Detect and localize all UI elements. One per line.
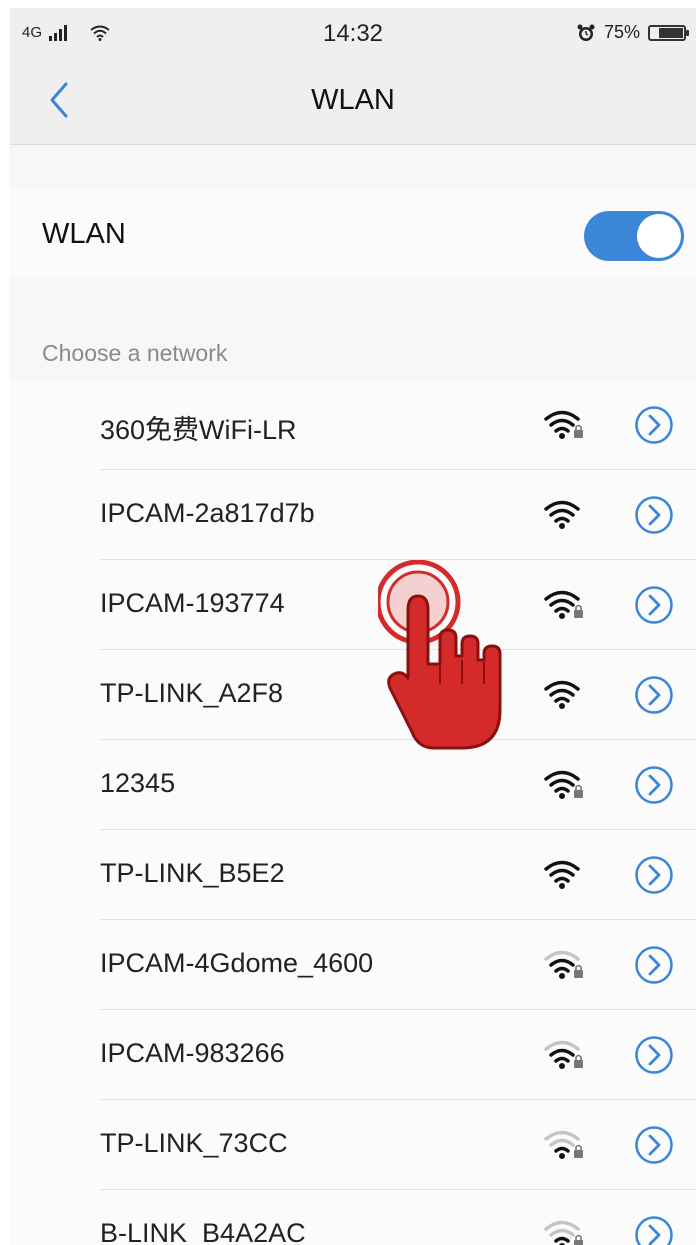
network-row[interactable]: IPCAM-983266 <box>10 1010 696 1100</box>
alarm-icon <box>577 24 595 41</box>
wifi-icon <box>544 860 580 889</box>
wifi-secured-icon <box>544 1130 583 1159</box>
network-details-chevron-icon[interactable] <box>634 1215 674 1245</box>
network-details-chevron-icon[interactable] <box>634 765 674 805</box>
network-name: TP-LINK_A2F8 <box>100 678 284 708</box>
network-name: B-LINK_B4A2AC <box>100 1218 306 1245</box>
network-details-chevron-icon[interactable] <box>634 495 674 535</box>
network-details-chevron-icon[interactable] <box>634 405 674 445</box>
network-list: 360免费WiFi-LR IPCAM-2a817d7b IPCAM-193774 TP… <box>10 380 696 1245</box>
network-name: TP-LINK_73CC <box>100 1128 288 1158</box>
network-row[interactable]: IPCAM-193774 <box>10 560 696 650</box>
tap-hand-icon <box>375 559 508 760</box>
section-header: Choose a network <box>42 340 228 366</box>
network-details-chevron-icon[interactable] <box>634 585 674 625</box>
wlan-toggle-switch[interactable] <box>584 211 684 261</box>
network-row[interactable]: TP-LINK_B5E2 <box>10 830 696 920</box>
wifi-icon <box>544 500 580 529</box>
wifi-secured-icon <box>544 770 583 799</box>
network-details-chevron-icon[interactable] <box>634 675 674 715</box>
toggle-knob <box>637 214 681 258</box>
phone-screen: 4G 14:32 75% WLAN WLAN Choose a network … <box>10 8 696 1245</box>
network-row[interactable]: 12345 <box>10 740 696 830</box>
network-details-chevron-icon[interactable] <box>634 945 674 985</box>
network-name: TP-LINK_B5E2 <box>100 858 285 888</box>
network-details-chevron-icon[interactable] <box>634 855 674 895</box>
page-title: WLAN <box>311 84 395 116</box>
battery-icon <box>648 24 689 41</box>
network-name: IPCAM-193774 <box>100 588 285 618</box>
network-row[interactable]: IPCAM-4Gdome_4600 <box>10 920 696 1010</box>
network-details-chevron-icon[interactable] <box>634 1125 674 1165</box>
nav-bar: WLAN <box>10 60 696 145</box>
network-row[interactable]: 360免费WiFi-LR <box>10 380 696 470</box>
wifi-secured-icon <box>544 590 583 619</box>
wifi-secured-icon <box>544 1220 583 1245</box>
network-row[interactable]: B-LINK_B4A2AC <box>10 1190 696 1245</box>
network-name: IPCAM-2a817d7b <box>100 498 315 528</box>
status-right: 75% <box>576 22 689 43</box>
wifi-secured-icon <box>544 950 583 979</box>
network-name: IPCAM-983266 <box>100 1038 285 1068</box>
wifi-secured-icon <box>544 1040 583 1069</box>
network-name: IPCAM-4Gdome_4600 <box>100 948 374 978</box>
network-row[interactable]: IPCAM-2a817d7b <box>10 470 696 560</box>
wifi-secured-icon <box>544 410 583 439</box>
network-details-chevron-icon[interactable] <box>634 1035 674 1075</box>
battery-fill <box>659 27 683 38</box>
wifi-icon <box>544 680 580 709</box>
status-bar: 4G 14:32 75% <box>10 8 696 60</box>
wlan-toggle-label: WLAN <box>42 218 126 250</box>
battery-percent: 75% <box>603 22 640 42</box>
network-name: 12345 <box>100 768 176 798</box>
network-row[interactable]: TP-LINK_A2F8 <box>10 650 696 740</box>
network-name: 360免费WiFi-LR <box>100 415 297 445</box>
network-row[interactable]: TP-LINK_73CC <box>10 1100 696 1190</box>
wlan-toggle-row: WLAN <box>10 190 696 278</box>
